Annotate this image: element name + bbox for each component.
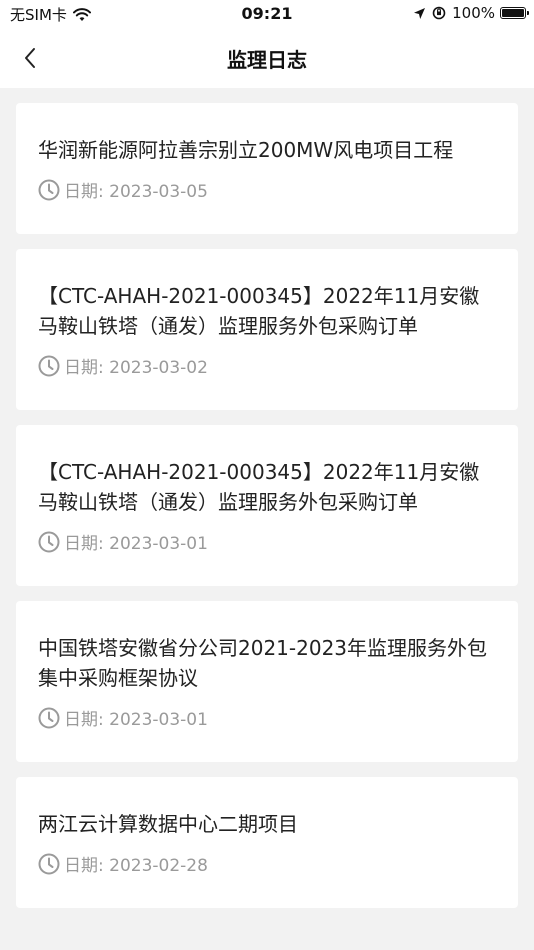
log-date-row: 日期: 2023-02-28	[38, 851, 496, 908]
clock-icon	[38, 853, 60, 874]
clock-icon	[38, 355, 60, 376]
log-date-row: 日期: 2023-03-01	[38, 705, 496, 762]
log-card[interactable]: 【CTC-AHAH-2021-000345】2022年11月安徽马鞍山铁塔（通发…	[16, 425, 518, 586]
log-date-row: 日期: 2023-03-01	[38, 529, 496, 586]
log-list: 华润新能源阿拉善宗别立200MW风电项目工程 日期: 2023-03-05 【C…	[0, 88, 534, 923]
log-date-row: 日期: 2023-03-05	[38, 177, 496, 234]
log-date: 日期: 2023-03-02	[64, 358, 208, 378]
clock-icon	[38, 179, 60, 200]
navigation-bar: 监理日志	[0, 28, 534, 88]
log-date: 日期: 2023-02-28	[64, 856, 208, 876]
orientation-lock-icon	[432, 6, 446, 20]
log-card[interactable]: 华润新能源阿拉善宗别立200MW风电项目工程 日期: 2023-03-05	[16, 103, 518, 234]
log-date: 日期: 2023-03-01	[64, 710, 208, 730]
battery-percent: 100%	[452, 4, 495, 22]
log-date: 日期: 2023-03-01	[64, 534, 208, 554]
log-title: 两江云计算数据中心二期项目	[38, 812, 298, 836]
page-title: 监理日志	[227, 48, 307, 72]
location-arrow-icon	[414, 7, 426, 19]
log-card[interactable]: 中国铁塔安徽省分公司2021-2023年监理服务外包集中采购框架协议 日期: 2…	[16, 601, 518, 762]
clock-icon	[38, 531, 60, 552]
log-card[interactable]: 两江云计算数据中心二期项目 日期: 2023-02-28	[16, 777, 518, 908]
log-card[interactable]: 【CTC-AHAH-2021-000345】2022年11月安徽马鞍山铁塔（通发…	[16, 249, 518, 410]
log-title: 中国铁塔安徽省分公司2021-2023年监理服务外包集中采购框架协议	[38, 636, 488, 690]
status-bar: 无SIM卡 09:21 100%	[0, 0, 534, 28]
clock-icon	[38, 707, 60, 728]
log-title: 华润新能源阿拉善宗别立200MW风电项目工程	[38, 138, 454, 162]
log-date-row: 日期: 2023-03-02	[38, 353, 496, 410]
status-indicators: 100%	[413, 4, 529, 22]
log-title: 【CTC-AHAH-2021-000345】2022年11月安徽马鞍山铁塔（通发…	[38, 460, 480, 514]
battery-icon	[500, 7, 529, 19]
log-date: 日期: 2023-03-05	[64, 182, 208, 202]
log-title: 【CTC-AHAH-2021-000345】2022年11月安徽马鞍山铁塔（通发…	[38, 284, 480, 338]
